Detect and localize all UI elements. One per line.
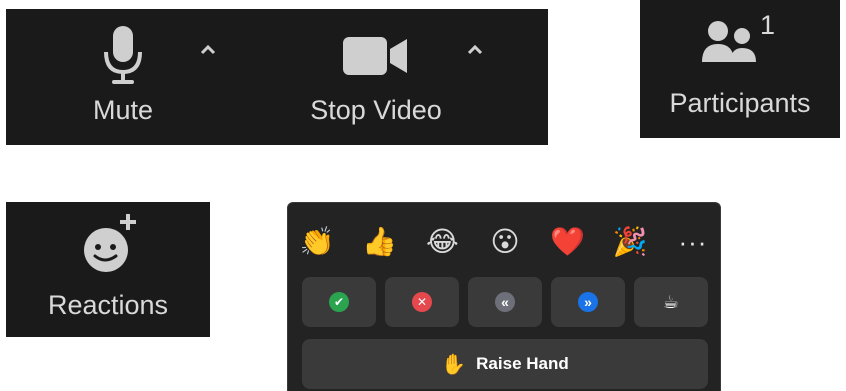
open-mouth-emoji-button[interactable]: 😮	[484, 221, 526, 263]
heart-emoji-button[interactable]: ❤️	[547, 221, 589, 263]
raise-hand-label: Raise Hand	[476, 354, 569, 373]
mute-label: Mute	[92, 95, 154, 125]
microphone-icon	[102, 25, 144, 87]
yes-feedback-button[interactable]: ✔	[302, 277, 376, 327]
raise-hand-button[interactable]: ✋ Raise Hand	[302, 339, 708, 389]
coffee-feedback-button[interactable]: ☕	[634, 277, 708, 327]
raised-hand-icon: ✋	[441, 353, 467, 376]
speed-up-icon: »	[578, 292, 598, 312]
slow-down-icon: «	[495, 292, 515, 312]
tears-of-joy-emoji-button[interactable]: 😂	[421, 221, 463, 263]
slow-down-feedback-button[interactable]: «	[468, 277, 542, 327]
meeting-toolbar-audio-video: Mute Stop Video	[6, 9, 548, 145]
no-x-icon: ✕	[412, 292, 432, 312]
thumbs-up-emoji-button[interactable]: 👍	[359, 221, 401, 263]
reactions-button[interactable]: Reactions	[6, 202, 210, 337]
participants-icon	[702, 20, 758, 69]
smiley-plus-icon	[82, 212, 144, 281]
more-reactions-button[interactable]: ···	[672, 221, 714, 263]
chevron-up-icon	[200, 45, 216, 55]
yes-check-icon: ✔	[329, 292, 349, 312]
speed-up-feedback-button[interactable]: »	[551, 277, 625, 327]
audio-options-caret[interactable]	[195, 37, 221, 63]
no-feedback-button[interactable]: ✕	[385, 277, 459, 327]
mute-button[interactable]: Mute	[58, 9, 188, 145]
video-camera-icon	[343, 25, 409, 87]
tada-emoji-button[interactable]: 🎉	[609, 221, 651, 263]
reactions-label: Reactions	[47, 290, 169, 320]
stop-video-button[interactable]: Stop Video	[276, 9, 476, 145]
reactions-popover: 👏 👍 😂 😮 ❤️ 🎉 ··· ✔ ✕ « » ☕ ✋ Raise Hand	[287, 202, 721, 391]
clap-emoji-button[interactable]: 👏	[296, 221, 338, 263]
chevron-up-icon	[467, 45, 483, 55]
stop-video-label: Stop Video	[310, 95, 442, 125]
video-options-caret[interactable]	[462, 37, 488, 63]
coffee-cup-icon: ☕	[662, 291, 680, 312]
participants-count: 1	[760, 10, 776, 40]
emoji-row: 👏 👍 😂 😮 ❤️ 🎉 ···	[296, 221, 714, 263]
participants-button[interactable]: 1 Participants	[640, 0, 840, 138]
feedback-row: ✔ ✕ « » ☕	[302, 277, 708, 327]
participants-label: Participants	[669, 88, 811, 118]
